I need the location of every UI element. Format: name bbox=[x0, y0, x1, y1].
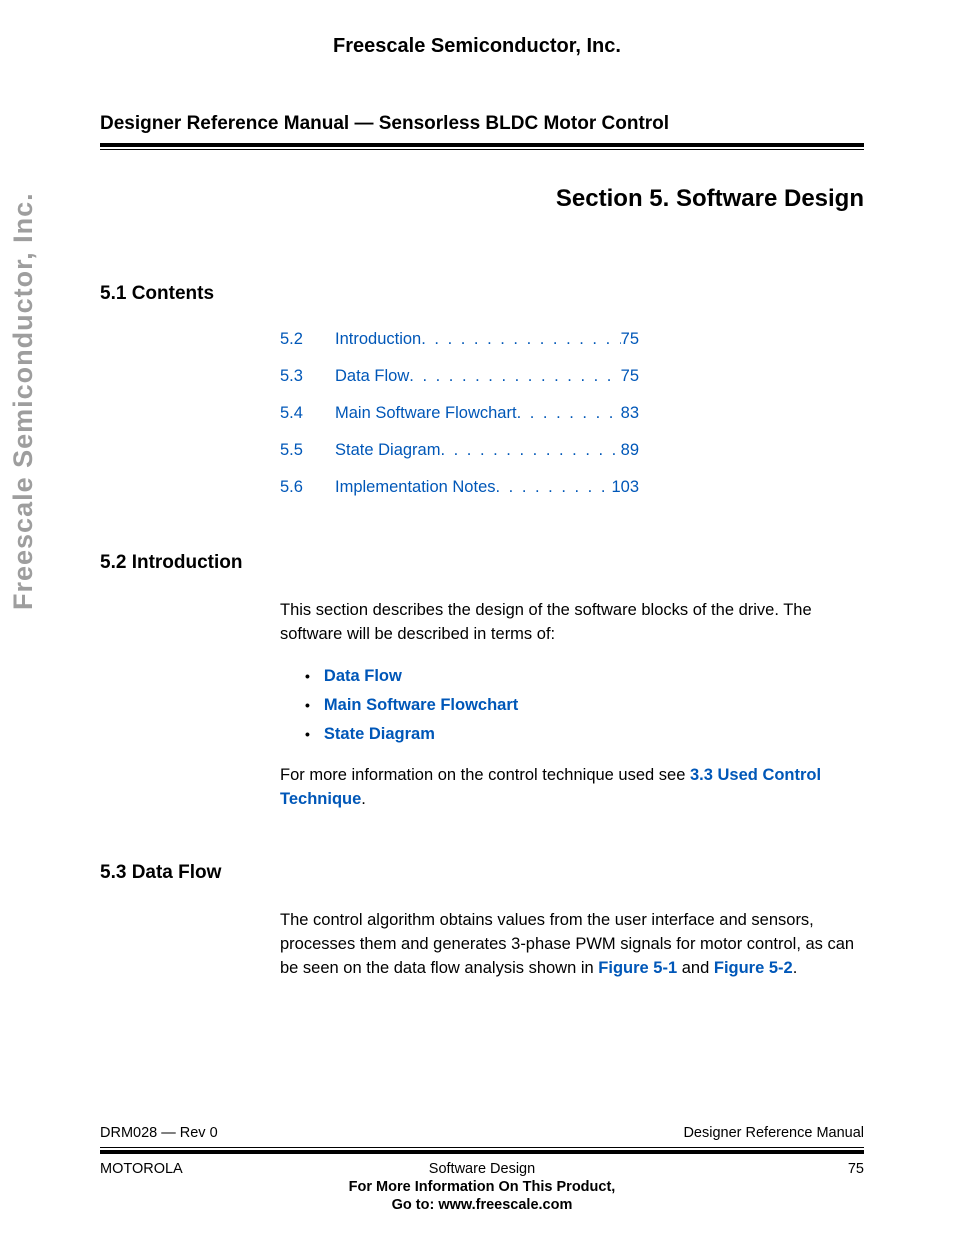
toc-page: 83 bbox=[621, 404, 639, 423]
toc-title: Implementation Notes bbox=[335, 478, 496, 497]
toc-title: Data Flow bbox=[335, 367, 409, 386]
toc-page: 75 bbox=[621, 367, 639, 386]
toc-number: 5.5 bbox=[280, 441, 335, 460]
toc-row[interactable]: 5.2 Introduction 75 bbox=[280, 330, 864, 349]
toc-row[interactable]: 5.4 Main Software Flowchart 83 bbox=[280, 404, 864, 423]
toc-number: 5.6 bbox=[280, 478, 335, 497]
intro-paragraph-1: This section describes the design of the… bbox=[280, 599, 864, 647]
text-run: . bbox=[793, 959, 798, 977]
toc-row[interactable]: 5.3 Data Flow 75 bbox=[280, 367, 864, 386]
figure-link-5-2[interactable]: Figure 5-2 bbox=[714, 959, 793, 977]
bullet-link[interactable]: Main Software Flowchart bbox=[324, 696, 518, 715]
footer-top-row: DRM028 — Rev 0 Designer Reference Manual bbox=[100, 1125, 864, 1141]
figure-link-5-1[interactable]: Figure 5-1 bbox=[598, 959, 677, 977]
list-item: • Main Software Flowchart bbox=[305, 696, 864, 715]
toc-row[interactable]: 5.6 Implementation Notes 103 bbox=[280, 478, 864, 497]
toc-title: Main Software Flowchart bbox=[335, 404, 517, 423]
toc-leader-dots bbox=[496, 478, 612, 497]
page-header: Freescale Semiconductor, Inc. bbox=[0, 0, 954, 58]
toc-title: State Diagram bbox=[335, 441, 440, 460]
toc-page: 89 bbox=[621, 441, 639, 460]
text-run: . bbox=[361, 790, 366, 808]
toc-number: 5.3 bbox=[280, 367, 335, 386]
main-content: Designer Reference Manual — Sensorless B… bbox=[0, 58, 954, 980]
table-of-contents: 5.2 Introduction 75 5.3 Data Flow 75 5.4… bbox=[280, 330, 864, 497]
heading-introduction: 5.2 Introduction bbox=[100, 552, 864, 574]
toc-page: 75 bbox=[621, 330, 639, 349]
toc-leader-dots bbox=[517, 404, 621, 423]
toc-title: Introduction bbox=[335, 330, 421, 349]
toc-leader-dots bbox=[440, 441, 620, 460]
footer-center: Software Design For More Information On … bbox=[240, 1161, 724, 1213]
bullet-link[interactable]: State Diagram bbox=[324, 725, 435, 744]
bullet-icon: • bbox=[305, 697, 310, 713]
vertical-watermark: Freescale Semiconductor, Inc. bbox=[8, 192, 39, 610]
footer-section-name: Software Design bbox=[240, 1161, 724, 1177]
intro-paragraph-2: For more information on the control tech… bbox=[280, 764, 864, 812]
footer-info-line1: For More Information On This Product, bbox=[240, 1179, 724, 1195]
page-number: 75 bbox=[724, 1161, 864, 1177]
manual-title: Designer Reference Manual bbox=[683, 1125, 864, 1141]
toc-number: 5.2 bbox=[280, 330, 335, 349]
footer-bottom-row: MOTOROLA Software Design For More Inform… bbox=[100, 1161, 864, 1213]
dataflow-paragraph: The control algorithm obtains values fro… bbox=[280, 909, 864, 981]
text-run: For more information on the control tech… bbox=[280, 766, 690, 784]
document-id: DRM028 — Rev 0 bbox=[100, 1125, 218, 1141]
text-run: and bbox=[677, 959, 714, 977]
bullet-icon: • bbox=[305, 668, 310, 684]
page-footer: DRM028 — Rev 0 Designer Reference Manual… bbox=[100, 1125, 864, 1213]
list-item: • State Diagram bbox=[305, 725, 864, 744]
intro-bullet-list: • Data Flow • Main Software Flowchart • … bbox=[305, 667, 864, 744]
toc-row[interactable]: 5.5 State Diagram 89 bbox=[280, 441, 864, 460]
horizontal-rule-bottom bbox=[100, 1147, 864, 1154]
heading-dataflow: 5.3 Data Flow bbox=[100, 862, 864, 884]
footer-brand: MOTOROLA bbox=[100, 1161, 240, 1177]
bullet-icon: • bbox=[305, 726, 310, 742]
heading-contents: 5.1 Contents bbox=[100, 283, 864, 305]
list-item: • Data Flow bbox=[305, 667, 864, 686]
horizontal-rule-top bbox=[100, 143, 864, 150]
toc-page: 103 bbox=[611, 478, 639, 497]
toc-leader-dots bbox=[421, 330, 620, 349]
bullet-link[interactable]: Data Flow bbox=[324, 667, 402, 686]
section-title: Section 5. Software Design bbox=[100, 185, 864, 213]
toc-leader-dots bbox=[409, 367, 620, 386]
document-subtitle: Designer Reference Manual — Sensorless B… bbox=[100, 113, 864, 135]
footer-info-line2: Go to: www.freescale.com bbox=[240, 1197, 724, 1213]
toc-number: 5.4 bbox=[280, 404, 335, 423]
